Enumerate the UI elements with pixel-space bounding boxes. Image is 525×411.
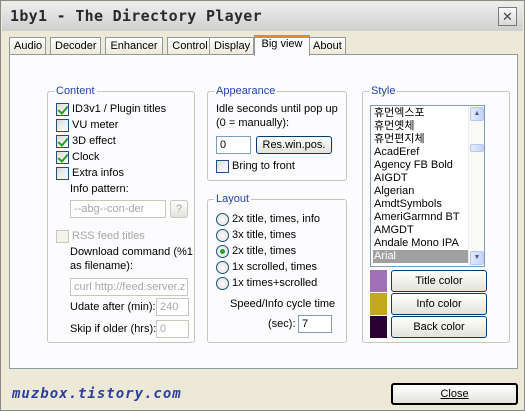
footer-logo: muzbox.tistory.com xyxy=(12,386,182,402)
font-list-item[interactable]: AmdtSymbols xyxy=(373,198,471,211)
tab-enhancer[interactable]: Enhancer xyxy=(105,37,163,55)
layout-option-4-label: 1x scrolled, times xyxy=(232,261,317,273)
extra-infos-label: Extra infos xyxy=(72,167,124,179)
info-color-button[interactable]: Info color xyxy=(391,293,487,315)
skip-older-label: Skip if older (hrs): xyxy=(70,323,157,335)
layout-option-4-radio[interactable] xyxy=(216,261,229,274)
tab-decoder[interactable]: Decoder xyxy=(50,37,101,55)
font-list-item[interactable]: AMGDT xyxy=(373,224,471,237)
scroll-thumb[interactable] xyxy=(470,144,484,152)
3d-effect-checkbox[interactable] xyxy=(56,135,69,148)
download-command-field[interactable]: curl http://feed.server.z xyxy=(70,278,188,296)
rss-checkbox[interactable] xyxy=(56,230,69,243)
style-group: Style 휴먼엑스포 휴먼옛체 휴먼편지체 AcadEref Agency F… xyxy=(362,85,510,343)
bring-to-front-label: Bring to front xyxy=(232,160,295,172)
skip-older-field[interactable]: 0 xyxy=(156,320,189,338)
download-command-label-2: as filename): xyxy=(70,260,133,272)
window-close-icon[interactable]: ✕ xyxy=(498,7,517,26)
content-group: Content ID3v1 / Plugin titles VU meter 3… xyxy=(47,85,195,343)
layout-group-title: Layout xyxy=(214,193,252,205)
download-command-label-1: Download command (%1 xyxy=(70,246,193,258)
tab-big-view[interactable]: Big view xyxy=(254,35,310,56)
layout-option-5-radio[interactable] xyxy=(216,277,229,290)
window-title: 1by1 - The Directory Player xyxy=(10,7,262,25)
cycle-time-label: Speed/Info cycle time xyxy=(230,298,336,310)
idle-seconds-label-2: (0 = manually): xyxy=(216,117,290,129)
font-list-item[interactable]: 휴먼옛체 xyxy=(373,120,471,133)
rss-label: RSS feed titles xyxy=(72,230,145,242)
back-color-swatch xyxy=(370,316,387,338)
update-after-field[interactable]: 240 xyxy=(156,298,189,316)
clock-label: Clock xyxy=(72,151,100,163)
id3-label: ID3v1 / Plugin titles xyxy=(72,103,167,115)
idle-seconds-field[interactable]: 0 xyxy=(216,136,251,154)
layout-option-3-label: 2x title, times xyxy=(232,245,297,257)
font-list-item[interactable]: 휴먼엑스포 xyxy=(373,107,471,120)
font-list-item[interactable]: Algerian xyxy=(373,185,471,198)
reset-window-position-button[interactable]: Res.win.pos. xyxy=(256,136,332,154)
id3-checkbox[interactable] xyxy=(56,103,69,116)
layout-option-3-radio[interactable] xyxy=(216,245,229,258)
appearance-group-title: Appearance xyxy=(214,85,278,97)
layout-option-5-label: 1x times+scrolled xyxy=(232,277,318,289)
scroll-up-icon[interactable]: ▲ xyxy=(470,107,484,121)
font-list-item-selected[interactable]: Arial xyxy=(373,250,471,263)
info-pattern-field[interactable]: --abg--con-der xyxy=(70,200,166,218)
info-color-swatch xyxy=(370,293,387,315)
title-color-button[interactable]: Title color xyxy=(391,270,487,292)
big-view-panel: Content ID3v1 / Plugin titles VU meter 3… xyxy=(9,54,518,369)
style-group-title: Style xyxy=(369,85,398,97)
font-list-item[interactable]: 휴먼편지체 xyxy=(373,133,471,146)
appearance-group: Appearance Idle seconds until pop up (0 … xyxy=(207,85,347,181)
title-bar[interactable]: 1by1 - The Directory Player ✕ xyxy=(2,2,523,31)
layout-option-1-radio[interactable] xyxy=(216,213,229,226)
info-pattern-label: Info pattern: xyxy=(70,183,129,195)
layout-option-2-radio[interactable] xyxy=(216,229,229,242)
content-group-title: Content xyxy=(54,85,97,97)
font-list-item[interactable]: Agency FB Bold xyxy=(373,159,471,172)
close-button-label: Close xyxy=(440,388,469,400)
extra-infos-checkbox[interactable] xyxy=(56,167,69,180)
cycle-time-field[interactable]: 7 xyxy=(298,315,332,333)
vu-meter-checkbox[interactable] xyxy=(56,119,69,132)
back-color-button[interactable]: Back color xyxy=(391,316,487,338)
3d-effect-label: 3D effect xyxy=(72,135,116,147)
tab-display[interactable]: Display xyxy=(209,37,254,55)
font-list[interactable]: 휴먼엑스포 휴먼옛체 휴먼편지체 AcadEref Agency FB Bold… xyxy=(370,105,485,267)
main-window: 1by1 - The Directory Player ✕ Audio Deco… xyxy=(0,0,525,411)
scroll-down-icon[interactable]: ▼ xyxy=(470,251,484,265)
layout-option-1-label: 2x title, times, info xyxy=(232,213,321,225)
font-list-scrollbar[interactable]: ▲ ▼ xyxy=(468,106,484,266)
font-list-item[interactable]: AcadEref xyxy=(373,146,471,159)
font-list-item[interactable]: Andale Mono IPA xyxy=(373,237,471,250)
tab-about[interactable]: About xyxy=(308,37,346,55)
update-after-label: Udate after (min): xyxy=(70,301,156,313)
layout-option-2-label: 3x title, times xyxy=(232,229,297,241)
info-pattern-help-button[interactable]: ? xyxy=(170,200,188,218)
font-list-item[interactable]: AmeriGarmnd BT xyxy=(373,211,471,224)
tab-control[interactable]: Control xyxy=(167,37,213,55)
font-list-item[interactable]: AIGDT xyxy=(373,172,471,185)
clock-checkbox[interactable] xyxy=(56,151,69,164)
cycle-time-sec-label: (sec): xyxy=(268,318,296,330)
close-button[interactable]: Close xyxy=(391,383,518,405)
title-color-swatch xyxy=(370,270,387,292)
layout-group: Layout 2x title, times, info 3x title, t… xyxy=(207,193,347,343)
bring-to-front-checkbox[interactable] xyxy=(216,160,229,173)
vu-meter-label: VU meter xyxy=(72,119,119,131)
idle-seconds-label-1: Idle seconds until pop up xyxy=(216,103,338,115)
tab-audio[interactable]: Audio xyxy=(9,37,46,55)
